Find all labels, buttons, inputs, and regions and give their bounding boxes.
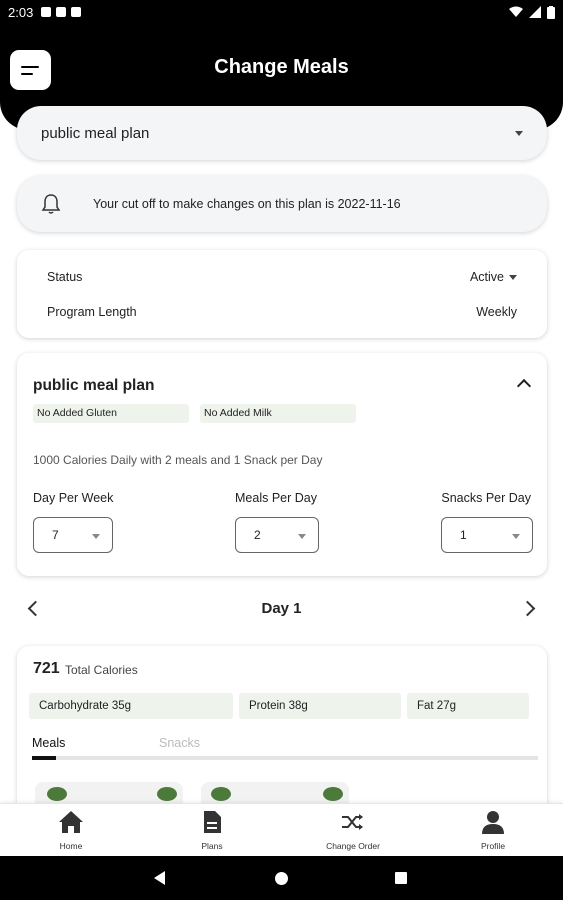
nav-profile[interactable]: Profile [448,810,538,851]
program-length-value: Weekly [476,305,517,319]
program-length-label: Program Length [47,305,137,319]
person-icon [482,811,504,834]
diet-tag: No Added Milk [200,404,356,423]
meal-image [323,787,343,801]
dropdown-caret-icon [512,534,520,539]
nav-change-order[interactable]: Change Order [308,810,398,851]
dropdown-caret-icon [515,130,523,136]
plan-dropdown-value: public meal plan [41,124,150,142]
tab-meals[interactable]: Meals [32,736,65,750]
bell-icon [41,194,61,214]
document-icon [204,811,221,833]
nav-change-order-label: Change Order [326,841,380,851]
meal-image [211,787,231,801]
notification-icon [56,7,67,17]
days-per-week-value: 7 [52,528,59,542]
bottom-navigation: Home Plans Change Order Profile [0,803,563,857]
nav-home[interactable]: Home [26,810,116,851]
system-navigation-bar [0,856,563,900]
recents-icon[interactable] [395,872,407,884]
signal-icon [529,6,541,18]
snacks-per-day-value: 1 [460,528,467,542]
chevron-up-icon[interactable] [516,378,532,394]
dropdown-caret-icon [298,534,306,539]
back-icon[interactable] [154,871,165,885]
nav-plans[interactable]: Plans [167,810,257,851]
tab-snacks[interactable]: Snacks [159,736,200,750]
nav-profile-label: Profile [480,841,506,851]
cutoff-text: Your cut off to make changes on this pla… [93,197,401,211]
status-value: Active [469,270,504,284]
nav-plans-label: Plans [201,841,223,851]
plan-description: 1000 Calories Daily with 2 meals and 1 S… [33,453,323,467]
total-calories-value: 721 [33,660,60,677]
plan-details-card: public meal plan No Added Gluten No Adde… [17,353,547,576]
dropdown-caret-icon [92,534,100,539]
shuffle-icon [342,814,363,830]
meals-per-day-value: 2 [254,528,261,542]
total-calories-label: Total Calories [65,663,138,677]
meal-image [47,787,67,801]
snacks-per-day-select[interactable]: 1 [441,517,533,553]
meal-image [157,787,177,801]
macro-carbohydrate: Carbohydrate 35g [29,693,233,719]
tab-divider [32,756,538,760]
status-label: Status [47,270,83,284]
plan-title: public meal plan [33,377,155,394]
days-per-week-label: Day Per Week [33,491,114,505]
days-per-week-select[interactable]: 7 [33,517,113,553]
cutoff-notice: Your cut off to make changes on this pla… [17,176,547,232]
dropdown-caret-icon [509,274,517,280]
battery-icon [547,5,555,19]
plan-dropdown[interactable]: public meal plan [17,106,547,160]
nav-home-label: Home [59,841,83,851]
tab-active-indicator [32,756,56,760]
macro-fat: Fat 27g [407,693,529,719]
macro-protein: Protein 38g [239,693,401,719]
notification-icon [41,7,52,17]
day-label: Day 1 [261,600,302,617]
day-navigator: Day 1 [0,596,563,622]
status-dropdown[interactable]: Active [470,270,517,284]
meals-per-day-label: Meals Per Day [235,491,317,505]
home-circle-icon[interactable] [275,872,288,885]
home-icon [59,811,83,833]
sd-card-icon [71,7,82,17]
status-time: 2:03 [8,4,34,20]
status-bar: 2:03 [0,0,563,24]
wifi-icon [509,6,523,17]
page-title: Change Meals [214,56,349,78]
diet-tag: No Added Gluten [33,404,189,423]
meals-per-day-select[interactable]: 2 [235,517,319,553]
status-card: Status Active Program Length Weekly [17,250,547,338]
calorie-card: 721 Total Calories Carbohydrate 35g Prot… [17,646,547,822]
snacks-per-day-label: Snacks Per Day [441,491,531,505]
